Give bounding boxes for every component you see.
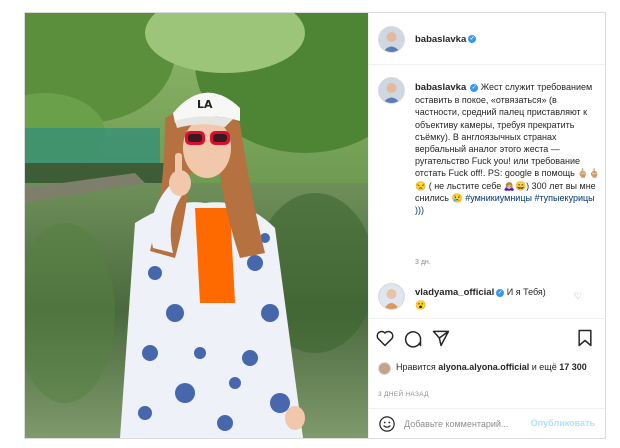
post-photo[interactable]: LA [25,13,368,438]
author-avatar[interactable] [378,26,405,53]
emoji-smile-icon[interactable] [378,415,396,433]
liker-avatar[interactable] [378,362,391,375]
heart-icon[interactable] [375,328,395,348]
verified-badge-icon: ✓ [470,83,479,92]
post-photo-illustration: LA [25,13,368,438]
liker-username[interactable]: alyona.alyona.official [438,362,529,372]
publish-button[interactable]: Опубликовать [531,418,595,428]
comment-emoji: 😮 [415,300,427,310]
instagram-post-embed: LA babaslavka ✓ babaslavka ✓ Жест служит т… [24,12,606,439]
commenter-avatar[interactable] [378,283,405,310]
verified-badge-icon: ✓ [496,288,505,297]
comment-like-icon[interactable]: ♡ [574,291,582,302]
paper-plane-icon[interactable] [431,328,451,348]
caption-author-avatar[interactable] [378,77,405,104]
verified-badge-icon: ✓ [468,35,477,44]
likes-summary[interactable]: Нравится alyona.alyona.official и ещё 17… [396,361,596,373]
caption-time: 3 дн. [415,259,431,266]
commenter-username[interactable]: vladyama_official [415,287,494,298]
caption-text: Жест служит требованием оставить в покое… [415,82,600,203]
comment-text-block: vladyama_official ✓ И я Тебя) 😮 [415,286,575,311]
post-side-panel: babaslavka ✓ babaslavka ✓ Жест служит треб… [368,13,605,438]
comment-bubble-icon[interactable] [403,328,423,348]
post-actions: Нравится alyona.alyona.official и ещё 17… [369,318,605,409]
comment-text: И я Тебя) [506,287,546,297]
likes-count[interactable]: 17 300 [559,362,587,372]
comment-input[interactable] [404,416,539,431]
post-header: babaslavka ✓ [369,13,605,65]
caption-username[interactable]: babaslavka [415,82,466,93]
post-time-ago: 3 ДНЕЙ НАЗАД [378,391,429,398]
cap-logo: LA [197,98,213,111]
comment-item: vladyama_official ✓ И я Тебя) 😮 ♡ [378,281,602,313]
caption-text-block: babaslavka ✓ Жест служит требованием оста… [415,81,601,216]
author-username[interactable]: babaslavka ✓ [415,34,477,45]
add-comment-bar: Опубликовать [369,408,605,439]
bookmark-icon[interactable] [575,328,595,348]
